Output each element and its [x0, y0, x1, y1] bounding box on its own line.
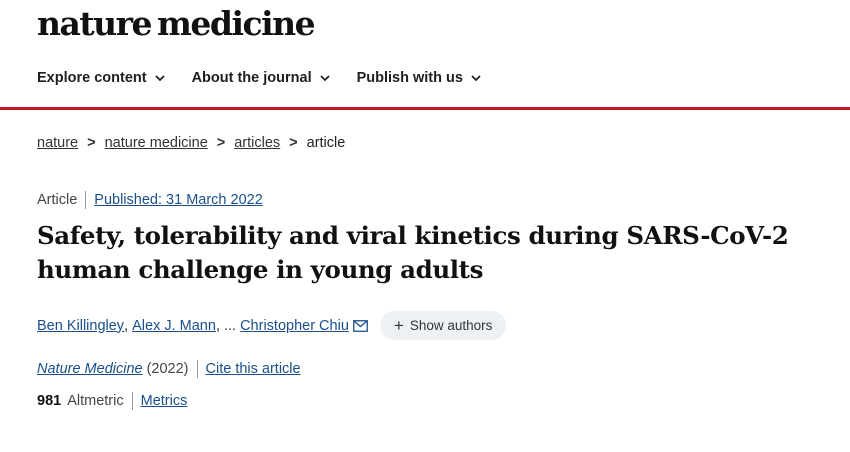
breadcrumb-articles[interactable]: articles: [234, 135, 280, 151]
author-comma: ,: [124, 317, 133, 334]
altmetric-label: Altmetric: [67, 393, 124, 409]
brand-word-medicine: medicine: [157, 4, 316, 43]
main-nav: Explore content About the journal Publis…: [37, 70, 481, 86]
chevron-down-icon: [154, 74, 165, 81]
article-title: Safety, tolerability and viral kinetics …: [37, 221, 789, 284]
journal-logo[interactable]: nature medicine: [37, 4, 316, 43]
show-authors-label: Show authors: [409, 318, 493, 333]
nav-about-journal[interactable]: About the journal: [192, 70, 330, 86]
meta-divider: [85, 191, 87, 209]
breadcrumb-separator: >: [289, 135, 298, 151]
published-date-link[interactable]: Published: 31 March 2022: [94, 192, 262, 208]
show-authors-button[interactable]: + Show authors: [379, 311, 507, 340]
citation-line: Nature Medicine (2022) Cite this article: [37, 360, 301, 378]
meta-divider: [196, 360, 198, 378]
meta-divider: [131, 392, 133, 410]
metrics-link[interactable]: Metrics: [141, 393, 188, 409]
breadcrumb: nature > nature medicine > articles > ar…: [37, 135, 345, 151]
plus-icon: +: [393, 316, 404, 335]
nav-label: Publish with us: [356, 70, 463, 86]
nav-label: About the journal: [191, 70, 312, 86]
author-link[interactable]: Ben Killingley: [37, 318, 124, 334]
author-list: Ben Killingley, Alex J. Mann, ... Christ…: [37, 311, 507, 340]
chevron-down-icon: [319, 74, 330, 81]
author-comma: ,: [215, 317, 220, 334]
article-type: Article: [37, 192, 78, 208]
breadcrumb-separator: >: [216, 135, 226, 151]
breadcrumb-nature-medicine[interactable]: nature medicine: [105, 135, 208, 151]
author-ellipsis: ...: [223, 317, 237, 334]
brand-word-nature: nature: [37, 4, 153, 43]
header-divider: [0, 107, 850, 110]
journal-link[interactable]: Nature Medicine: [37, 361, 143, 377]
metrics-line: 981 Altmetric Metrics: [37, 392, 187, 410]
altmetric-count: 981: [37, 393, 62, 409]
nav-publish-with-us[interactable]: Publish with us: [357, 70, 481, 86]
breadcrumb-separator: >: [87, 135, 96, 151]
chevron-down-icon: [471, 74, 481, 81]
breadcrumb-current: article: [306, 135, 346, 151]
mail-icon[interactable]: [352, 319, 368, 332]
author-link[interactable]: Christopher Chiu: [240, 318, 349, 334]
breadcrumb-nature[interactable]: nature: [37, 135, 78, 151]
nav-label: Explore content: [37, 70, 147, 86]
cite-article-link[interactable]: Cite this article: [206, 361, 301, 377]
nav-explore-content[interactable]: Explore content: [37, 70, 165, 86]
article-meta: Article Published: 31 March 2022: [37, 191, 263, 209]
author-link[interactable]: Alex J. Mann: [132, 318, 216, 334]
publication-year: (2022): [146, 361, 189, 377]
